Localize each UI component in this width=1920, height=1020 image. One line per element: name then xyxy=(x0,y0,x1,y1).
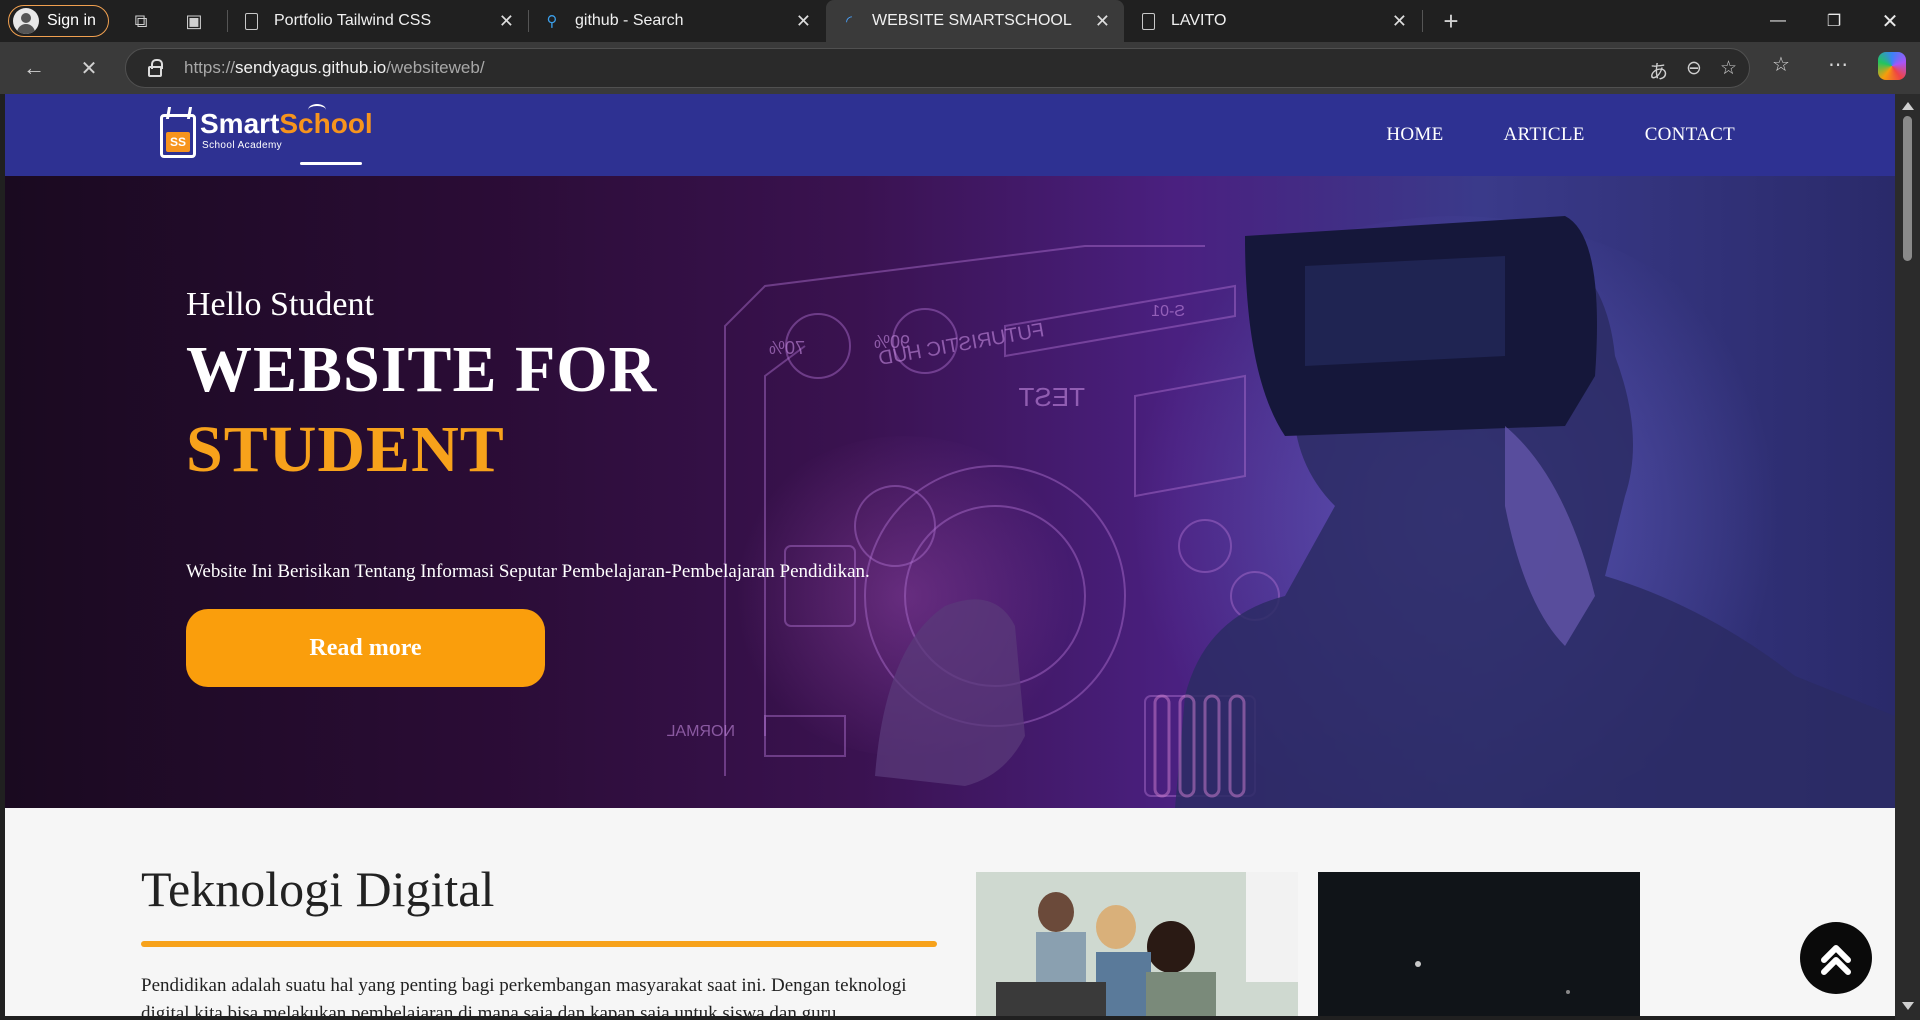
scroll-up-icon[interactable] xyxy=(1902,102,1914,110)
sign-in-button[interactable]: Sign in xyxy=(8,5,109,37)
tab-portfolio[interactable]: Portfolio Tailwind CSS ✕ xyxy=(228,0,528,42)
sign-in-label: Sign in xyxy=(47,12,96,29)
close-tab-icon[interactable]: ✕ xyxy=(1095,11,1110,32)
hud-label: 70% xyxy=(769,338,805,358)
logo-underline xyxy=(300,162,362,165)
address-toolbar: ← ✕ https://sendyagus.github.io/websitew… xyxy=(0,42,1920,94)
section-title-underline xyxy=(141,941,937,947)
back-to-top-button[interactable] xyxy=(1800,922,1872,994)
nav-home[interactable]: HOME xyxy=(1386,124,1443,146)
stop-loading-icon[interactable]: ✕ xyxy=(73,52,105,84)
favorites-icon[interactable]: ☆ xyxy=(1772,52,1790,77)
url-text[interactable]: https://sendyagus.github.io/websiteweb/ xyxy=(184,58,485,78)
browser-tab-bar: Sign in ⧉ ▣ Portfolio Tailwind CSS ✕ ⚲ g… xyxy=(0,0,1920,42)
tab-actions-icon[interactable]: ▣ xyxy=(178,5,210,37)
page-viewport: SS SmartSchool School Academy HOME ARTIC… xyxy=(5,94,1895,1016)
close-tab-icon[interactable]: ✕ xyxy=(1392,11,1407,32)
hud-label: S-01 xyxy=(1151,303,1185,320)
minimize-icon[interactable]: — xyxy=(1750,0,1806,42)
close-window-icon[interactable]: ✕ xyxy=(1862,0,1918,42)
page-icon xyxy=(242,12,260,30)
lock-icon[interactable] xyxy=(148,58,163,77)
search-icon: ⚲ xyxy=(546,13,558,30)
hero-greeting: Hello Student xyxy=(186,286,374,323)
main-menu: HOME ARTICLE CONTACT xyxy=(1386,94,1735,176)
close-tab-icon[interactable]: ✕ xyxy=(796,11,811,32)
hud-label: 90% xyxy=(874,332,910,352)
profile-avatar-icon xyxy=(13,8,39,34)
hud-label: TEST xyxy=(1018,382,1085,412)
tab-smartschool[interactable]: ◜ WEBSITE SMARTSCHOOL ✕ xyxy=(826,0,1124,42)
tab-title: Portfolio Tailwind CSS xyxy=(274,12,432,29)
hero-banner: FUTURISTIC HUD TEST 70% 90% S-01 NORMAL xyxy=(5,176,1895,808)
tab-github-search[interactable]: ⚲ github - Search ✕ xyxy=(529,0,825,42)
hud-label: NORMAL xyxy=(666,723,735,740)
more-tools-icon[interactable]: ⊖ xyxy=(1686,57,1702,84)
logo-mark-icon: SS xyxy=(160,107,196,158)
workspaces-icon[interactable]: ⧉ xyxy=(125,5,157,37)
classroom-students-image xyxy=(976,872,1298,1016)
back-icon[interactable]: ← xyxy=(18,52,50,84)
scrollbar-thumb[interactable] xyxy=(1903,116,1912,261)
close-tab-icon[interactable]: ✕ xyxy=(499,11,514,32)
hero-description: Website Ini Berisikan Tentang Informasi … xyxy=(186,561,870,582)
logo-subtitle: School Academy xyxy=(202,140,283,151)
nav-contact[interactable]: CONTACT xyxy=(1645,124,1735,146)
settings-more-icon[interactable]: ⋯ xyxy=(1828,52,1848,77)
scroll-down-icon[interactable] xyxy=(1902,1002,1914,1010)
logo-badge: SS xyxy=(166,132,190,152)
address-bar[interactable]: https://sendyagus.github.io/websiteweb/ … xyxy=(125,48,1750,88)
tab-title: LAVITO xyxy=(1171,12,1227,29)
logo-word-smart: Smart xyxy=(200,108,280,139)
dark-lab-image xyxy=(1318,872,1640,1016)
new-tab-icon[interactable]: + xyxy=(1435,5,1467,37)
logo-word-school: School xyxy=(279,108,373,139)
loading-spinner-icon: ◜ xyxy=(846,13,852,30)
section-paragraph: Pendidikan adalah suatu hal yang penting… xyxy=(141,975,907,1016)
tab-separator xyxy=(1422,10,1423,32)
read-more-button[interactable]: Read more xyxy=(186,609,545,687)
favorite-star-icon[interactable]: ☆ xyxy=(1720,57,1737,84)
hero-heading: Hello Student WEBSITE FOR STUDENT xyxy=(186,286,657,490)
double-chevron-up-icon xyxy=(1821,945,1851,975)
nav-article[interactable]: ARTICLE xyxy=(1504,124,1585,146)
wifi-icon xyxy=(308,104,326,116)
copilot-icon[interactable] xyxy=(1878,52,1906,80)
tab-title: github - Search xyxy=(575,12,684,29)
teknologi-section: Teknologi Digital Pendidikan adalah suat… xyxy=(5,808,1895,1016)
site-navbar: SS SmartSchool School Academy HOME ARTIC… xyxy=(5,94,1895,176)
page-scrollbar[interactable] xyxy=(1895,94,1920,1020)
translate-icon[interactable]: あ xyxy=(1649,57,1668,84)
page-icon xyxy=(1139,12,1157,30)
site-logo[interactable]: SS SmartSchool School Academy xyxy=(160,104,373,165)
hero-background-image: FUTURISTIC HUD TEST 70% 90% S-01 NORMAL xyxy=(666,216,1895,808)
tab-title: WEBSITE SMARTSCHOOL xyxy=(872,12,1072,29)
restore-icon[interactable]: ❐ xyxy=(1806,0,1862,42)
section-title: Teknologi Digital xyxy=(141,861,495,917)
hero-title-line1: WEBSITE FOR xyxy=(186,333,658,406)
tab-lavito[interactable]: LAVITO ✕ xyxy=(1125,0,1421,42)
hero-title-line2: STUDENT xyxy=(186,413,505,486)
